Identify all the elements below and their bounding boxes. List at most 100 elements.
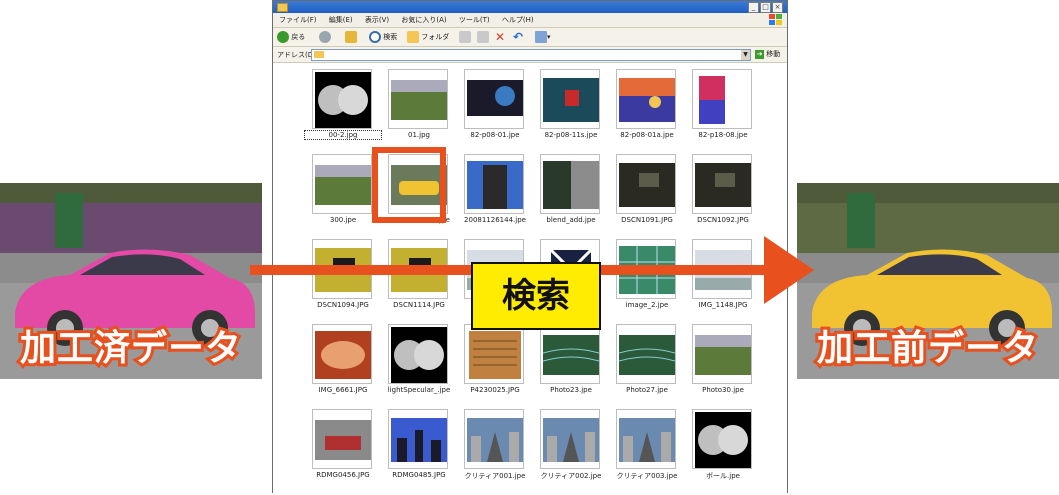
- delete-button[interactable]: ✕: [495, 30, 505, 44]
- file-thumbnail: [540, 324, 600, 384]
- file-thumbnail: [464, 69, 524, 129]
- file-explorer-window: _ □ × ファイル(F) 編集(E) 表示(V) お気に入り(A) ツール(T…: [272, 0, 788, 493]
- file-name: 00-2.jpg: [304, 130, 382, 140]
- file-thumbnail: [540, 154, 600, 214]
- move-to-icon: [459, 31, 471, 43]
- file-name: クリティア003.jpe: [616, 472, 678, 480]
- copy-to-button[interactable]: [477, 30, 489, 44]
- file-thumbnail: [616, 324, 676, 384]
- views-icon: [535, 31, 547, 43]
- file-thumbnail: [616, 69, 676, 129]
- back-button[interactable]: 戻る: [277, 30, 305, 44]
- folders-button[interactable]: フォルダ: [407, 30, 449, 44]
- file-thumbnail: [692, 324, 752, 384]
- file-name: 01.jpg: [408, 131, 430, 139]
- file-name: 82-p08-11s.jpe: [544, 131, 598, 139]
- address-dropdown-button[interactable]: ▼: [741, 50, 750, 60]
- toolbar: 戻る 検索 フォルダ ✕ ↶ ▾: [273, 28, 787, 47]
- file-name: IMG_6661.JPG: [318, 386, 368, 394]
- file-thumbnail: [312, 69, 372, 129]
- file-thumbnail: [692, 69, 752, 129]
- file-name: Photo30.jpe: [702, 386, 744, 394]
- close-button[interactable]: ×: [772, 2, 783, 13]
- file-thumbnail: [464, 409, 524, 469]
- processed-data-label: 加工済データ: [17, 325, 244, 372]
- back-label: 戻る: [291, 33, 306, 41]
- menu-bar: ファイル(F) 編集(E) 表示(V) お気に入り(A) ツール(T) ヘルプ(…: [273, 13, 787, 28]
- undo-button[interactable]: ↶: [513, 30, 523, 44]
- go-arrow-icon: ➔: [755, 49, 764, 59]
- file-thumbnail: [616, 154, 676, 214]
- menu-help[interactable]: ヘルプ(H): [502, 16, 534, 24]
- search-callout: 検索: [471, 262, 601, 330]
- file-thumbnail: [312, 154, 372, 214]
- file-name: image_2.jpe: [625, 301, 669, 309]
- maximize-button[interactable]: □: [760, 2, 771, 13]
- folder-icon: [277, 3, 288, 12]
- copy-to-icon: [477, 31, 489, 43]
- back-arrow-icon: [277, 31, 289, 43]
- forward-button[interactable]: [319, 30, 331, 44]
- file-thumbnail: [692, 409, 752, 469]
- address-input[interactable]: ▼: [311, 49, 751, 61]
- file-name: Photo23.jpe: [550, 386, 592, 394]
- up-folder-button[interactable]: [345, 30, 357, 44]
- file-name: Photo27.jpe: [626, 386, 668, 394]
- file-thumbnail: [692, 154, 752, 214]
- menu-file[interactable]: ファイル(F): [279, 16, 317, 24]
- file-name: 82-p08-01a.jpe: [620, 131, 674, 139]
- file-thumbnail: [464, 324, 524, 384]
- title-bar[interactable]: _ □ ×: [273, 1, 787, 13]
- delete-x-icon: ✕: [495, 30, 506, 44]
- file-name: 82-p08-01.jpe: [470, 131, 520, 139]
- file-name: クリティア002.jpe: [540, 472, 602, 480]
- folder-icon: [314, 51, 324, 58]
- file-name: DSCN1092.JPG: [697, 216, 749, 224]
- original-photo: 加工前データ: [797, 183, 1059, 379]
- minimize-button[interactable]: _: [748, 2, 759, 13]
- file-name: RDMG0456.JPG: [316, 471, 370, 479]
- forward-arrow-icon: [319, 31, 331, 43]
- views-dropdown-icon: ▾: [547, 33, 551, 41]
- menu-tools[interactable]: ツール(T): [459, 16, 490, 24]
- file-thumbnail: [388, 409, 448, 469]
- folders-icon: [407, 31, 419, 43]
- file-thumbnail: [388, 69, 448, 129]
- go-button[interactable]: ➔ 移動: [755, 49, 780, 59]
- file-name: クリティア001.jpe: [464, 472, 526, 480]
- search-button[interactable]: 検索: [369, 30, 397, 44]
- menu-edit[interactable]: 編集(E): [329, 16, 353, 24]
- file-name: RDMG0485.JPG: [392, 471, 446, 479]
- windows-logo-icon: [769, 14, 782, 25]
- move-to-button[interactable]: [459, 30, 471, 44]
- original-data-label: 加工前データ: [814, 325, 1041, 372]
- arrow-head-icon: [764, 236, 814, 304]
- file-name: DSCN1091.JPG: [621, 216, 673, 224]
- selected-file-highlight: [372, 147, 446, 223]
- file-name: 300.jpe: [329, 216, 357, 224]
- file-thumbnail: [312, 409, 372, 469]
- search-label: 検索: [383, 33, 398, 41]
- menu-view[interactable]: 表示(V): [365, 16, 389, 24]
- processed-photo: 加工済データ: [0, 183, 262, 379]
- file-thumbnail: [540, 69, 600, 129]
- file-name: DSCN1114.JPG: [393, 301, 445, 309]
- file-thumbnail: [464, 154, 524, 214]
- undo-icon: ↶: [513, 30, 524, 44]
- file-name: DSCN1094.JPG: [317, 301, 369, 309]
- address-bar: アドレス(D) ▼ ➔ 移動: [273, 47, 787, 63]
- folders-label: フォルダ: [421, 33, 450, 41]
- file-thumbnail: [388, 324, 448, 384]
- file-name: 82-p18-08.jpe: [698, 131, 748, 139]
- file-name: ボール.jpe: [706, 472, 740, 480]
- file-name: blend_add.jpe: [546, 216, 596, 224]
- file-name: IMG_1148.JPG: [698, 301, 748, 309]
- magnifier-icon: [369, 31, 381, 43]
- file-name: lightSpecular_.jpe: [387, 386, 451, 394]
- views-button[interactable]: ▾: [535, 30, 551, 44]
- file-name: P4230025.JPG: [470, 386, 520, 394]
- menu-favorites[interactable]: お気に入り(A): [401, 16, 446, 24]
- file-thumbnail: [312, 324, 372, 384]
- up-folder-icon: [345, 31, 357, 43]
- file-name: 20081126144.jpe: [464, 216, 526, 224]
